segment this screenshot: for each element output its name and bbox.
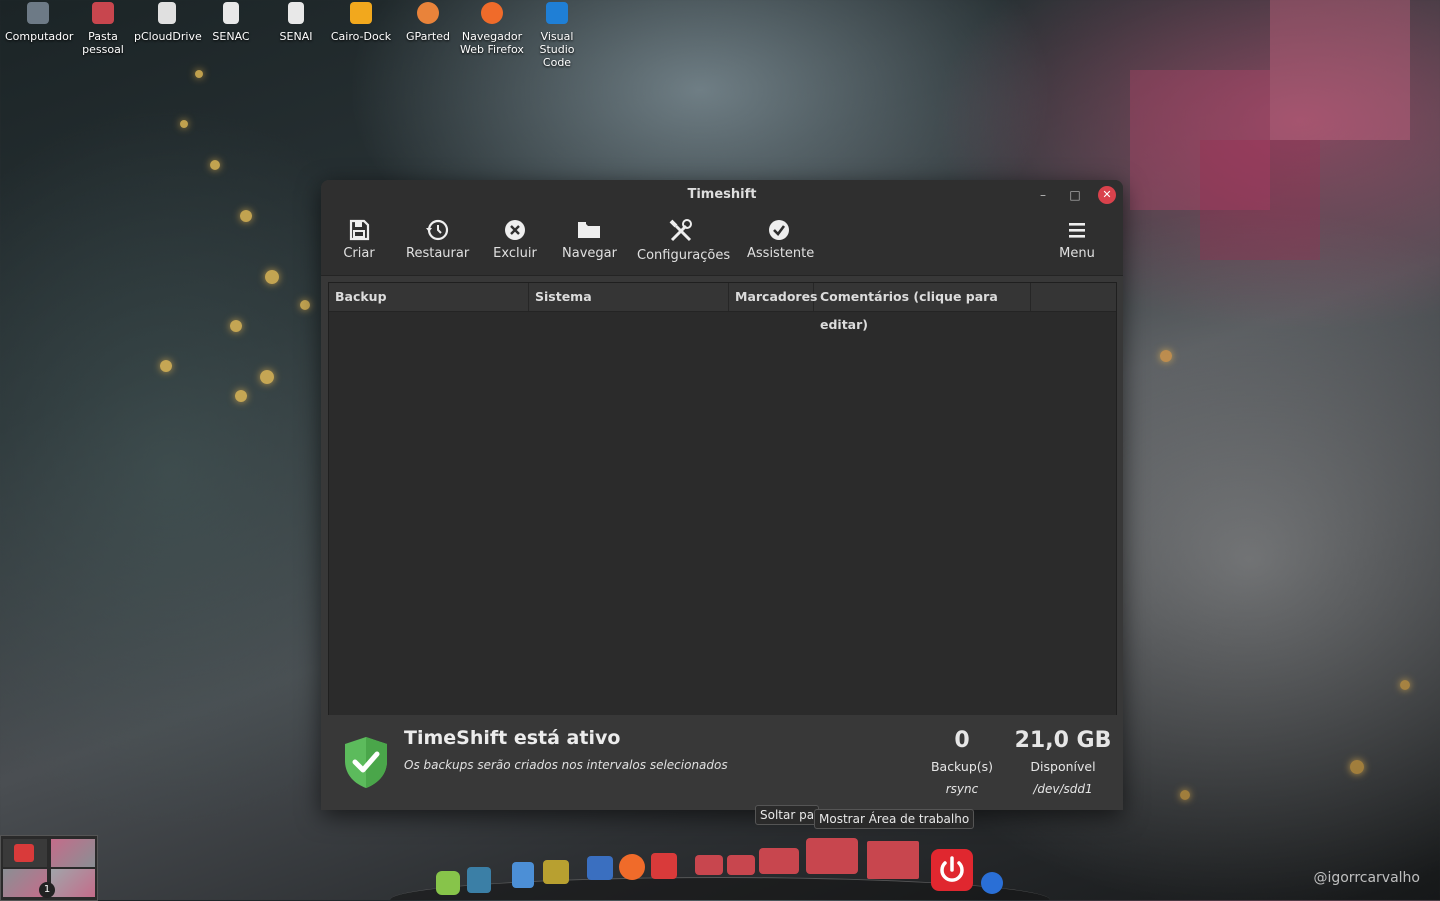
available-space-label: Disponível xyxy=(1030,759,1096,774)
drop-tooltip: Soltar pa xyxy=(755,805,820,825)
desktop-icon-gparted[interactable]: GParted xyxy=(395,2,461,43)
desktop-icon-label: pCloudDrive xyxy=(134,30,202,43)
restore-button[interactable]: Restaurar xyxy=(406,218,470,261)
available-space-stat: 21,0 GB Disponível /dev/sdd1 xyxy=(1013,728,1113,796)
hamburger-icon xyxy=(1069,223,1085,238)
create-label: Criar xyxy=(343,246,375,261)
desktop-icon-senai[interactable]: SENAI xyxy=(263,2,329,43)
window-title: Timeshift xyxy=(687,187,757,202)
checkmark-icon xyxy=(769,220,789,240)
vscode-icon xyxy=(546,2,568,24)
desktop-icon-label: SENAC xyxy=(212,30,250,43)
workspace-badge: 1 xyxy=(39,882,55,898)
timeshift-window: Timeshift – □ ✕ Criar Restaurar Excluir … xyxy=(321,180,1123,810)
title-bar[interactable]: Timeshift – □ ✕ xyxy=(321,180,1123,210)
show-desktop-tooltip: Mostrar Área de trabalho xyxy=(814,809,975,829)
drive-icon xyxy=(158,2,176,24)
desktop-icon-label: Pasta pessoal xyxy=(82,30,124,56)
snapshot-list[interactable]: Backup Sistema Marcadores Comentários (c… xyxy=(328,282,1117,716)
desktop-icon-label: Cairo-Dock xyxy=(330,30,392,43)
folder-icon[interactable] xyxy=(695,855,723,875)
minimize-button[interactable]: – xyxy=(1034,186,1052,204)
watermark: @igorrcarvalho xyxy=(1313,870,1420,886)
power-icon[interactable] xyxy=(931,849,973,891)
desktop-icon-cairo-dock[interactable]: Cairo-Dock xyxy=(328,2,394,43)
image-viewer-icon[interactable] xyxy=(543,860,569,884)
show-desktop-icon[interactable] xyxy=(867,841,919,879)
wizard-button[interactable]: Assistente xyxy=(747,218,815,261)
backup-mode: rsync xyxy=(945,782,979,796)
power-symbol-icon xyxy=(940,856,964,882)
firefox-icon xyxy=(481,2,503,24)
accessibility-icon[interactable] xyxy=(981,872,1003,894)
timeshift-app-icon[interactable] xyxy=(651,853,677,879)
delete-icon xyxy=(505,220,525,240)
browse-label: Navegar xyxy=(562,246,617,261)
save-icon xyxy=(349,219,370,241)
desktop-icon-pasta-pessoal[interactable]: Pasta pessoal xyxy=(70,2,136,56)
browse-button[interactable]: Navegar xyxy=(562,218,617,261)
linux-mint-menu-icon[interactable] xyxy=(436,871,460,895)
home-folder-icon xyxy=(92,2,114,24)
folder-icon xyxy=(578,222,600,238)
desktop-icon-computador[interactable]: Computador xyxy=(5,2,74,43)
folder-icon[interactable] xyxy=(727,855,755,875)
app-icon xyxy=(14,844,34,862)
cairo-dock-icon xyxy=(350,2,372,24)
desktop-icon-label: SENAI xyxy=(279,30,313,43)
backup-device: /dev/sdd1 xyxy=(1033,782,1093,796)
workspace-switcher[interactable]: 1 xyxy=(0,835,98,901)
text-editor-icon[interactable] xyxy=(512,862,534,888)
maximize-button[interactable]: □ xyxy=(1066,186,1084,204)
desktop-icon-pclouddrive[interactable]: pCloudDrive xyxy=(134,2,202,43)
workspace-4[interactable] xyxy=(51,869,95,897)
status-heading: TimeShift está ativo xyxy=(404,727,621,749)
status-subtitle: Os backups serão criados nos intervalos … xyxy=(404,758,728,772)
wizard-label: Assistente xyxy=(747,246,815,261)
column-header-marcadores[interactable]: Marcadores xyxy=(729,283,818,311)
column-header-sistema[interactable]: Sistema xyxy=(529,283,729,311)
toolbar: Criar Restaurar Excluir Navegar Configur… xyxy=(321,210,1123,276)
desktop-icon-label: GParted xyxy=(406,30,450,43)
column-header-comentarios[interactable]: Comentários (clique para editar) xyxy=(814,283,1031,332)
restore-label: Restaurar xyxy=(406,246,470,261)
desktop-icon-label: Visual Studio Code xyxy=(539,30,575,69)
desktop-icon-label: Computador xyxy=(5,30,74,43)
menu-button[interactable]: Menu xyxy=(1059,218,1095,261)
desktop-icon-firefox[interactable]: Navegador Web Firefox xyxy=(459,2,525,56)
close-button[interactable]: ✕ xyxy=(1098,186,1116,204)
status-panel: TimeShift está ativo Os backups serão cr… xyxy=(321,715,1123,810)
computer-icon xyxy=(27,2,49,24)
delete-button[interactable]: Excluir xyxy=(493,218,537,261)
menu-label: Menu xyxy=(1059,246,1095,261)
firefox-icon[interactable] xyxy=(619,854,645,880)
settings-label: Configurações xyxy=(637,248,731,263)
settings-button[interactable]: Configurações xyxy=(637,218,730,263)
shield-check-icon xyxy=(345,737,387,788)
workspace-2[interactable] xyxy=(51,839,95,867)
backup-count: 0 xyxy=(954,728,970,753)
create-button[interactable]: Criar xyxy=(341,218,377,261)
column-header-backup[interactable]: Backup xyxy=(329,283,529,311)
gparted-icon xyxy=(417,2,439,24)
mail-icon[interactable] xyxy=(587,856,613,880)
file-icon xyxy=(223,2,239,24)
list-header: Backup Sistema Marcadores Comentários (c… xyxy=(329,283,1116,332)
history-folder-icon[interactable] xyxy=(759,848,799,874)
file-icon xyxy=(288,2,304,24)
delete-label: Excluir xyxy=(493,246,537,261)
downloads-folder-icon[interactable] xyxy=(806,838,858,874)
software-updater-icon[interactable] xyxy=(467,867,491,893)
desktop-icon-label: Navegador Web Firefox xyxy=(460,30,524,56)
desktop-icon-vscode[interactable]: Visual Studio Code xyxy=(524,2,590,69)
tools-icon xyxy=(669,219,692,242)
backup-count-label: Backup(s) xyxy=(930,759,994,774)
history-icon xyxy=(426,219,449,241)
desktop-icon-senac[interactable]: SENAC xyxy=(198,2,264,43)
available-space: 21,0 GB xyxy=(1014,728,1112,753)
backup-count-stat: 0 Backup(s) rsync xyxy=(921,728,1003,796)
workspace-1[interactable] xyxy=(3,839,47,867)
